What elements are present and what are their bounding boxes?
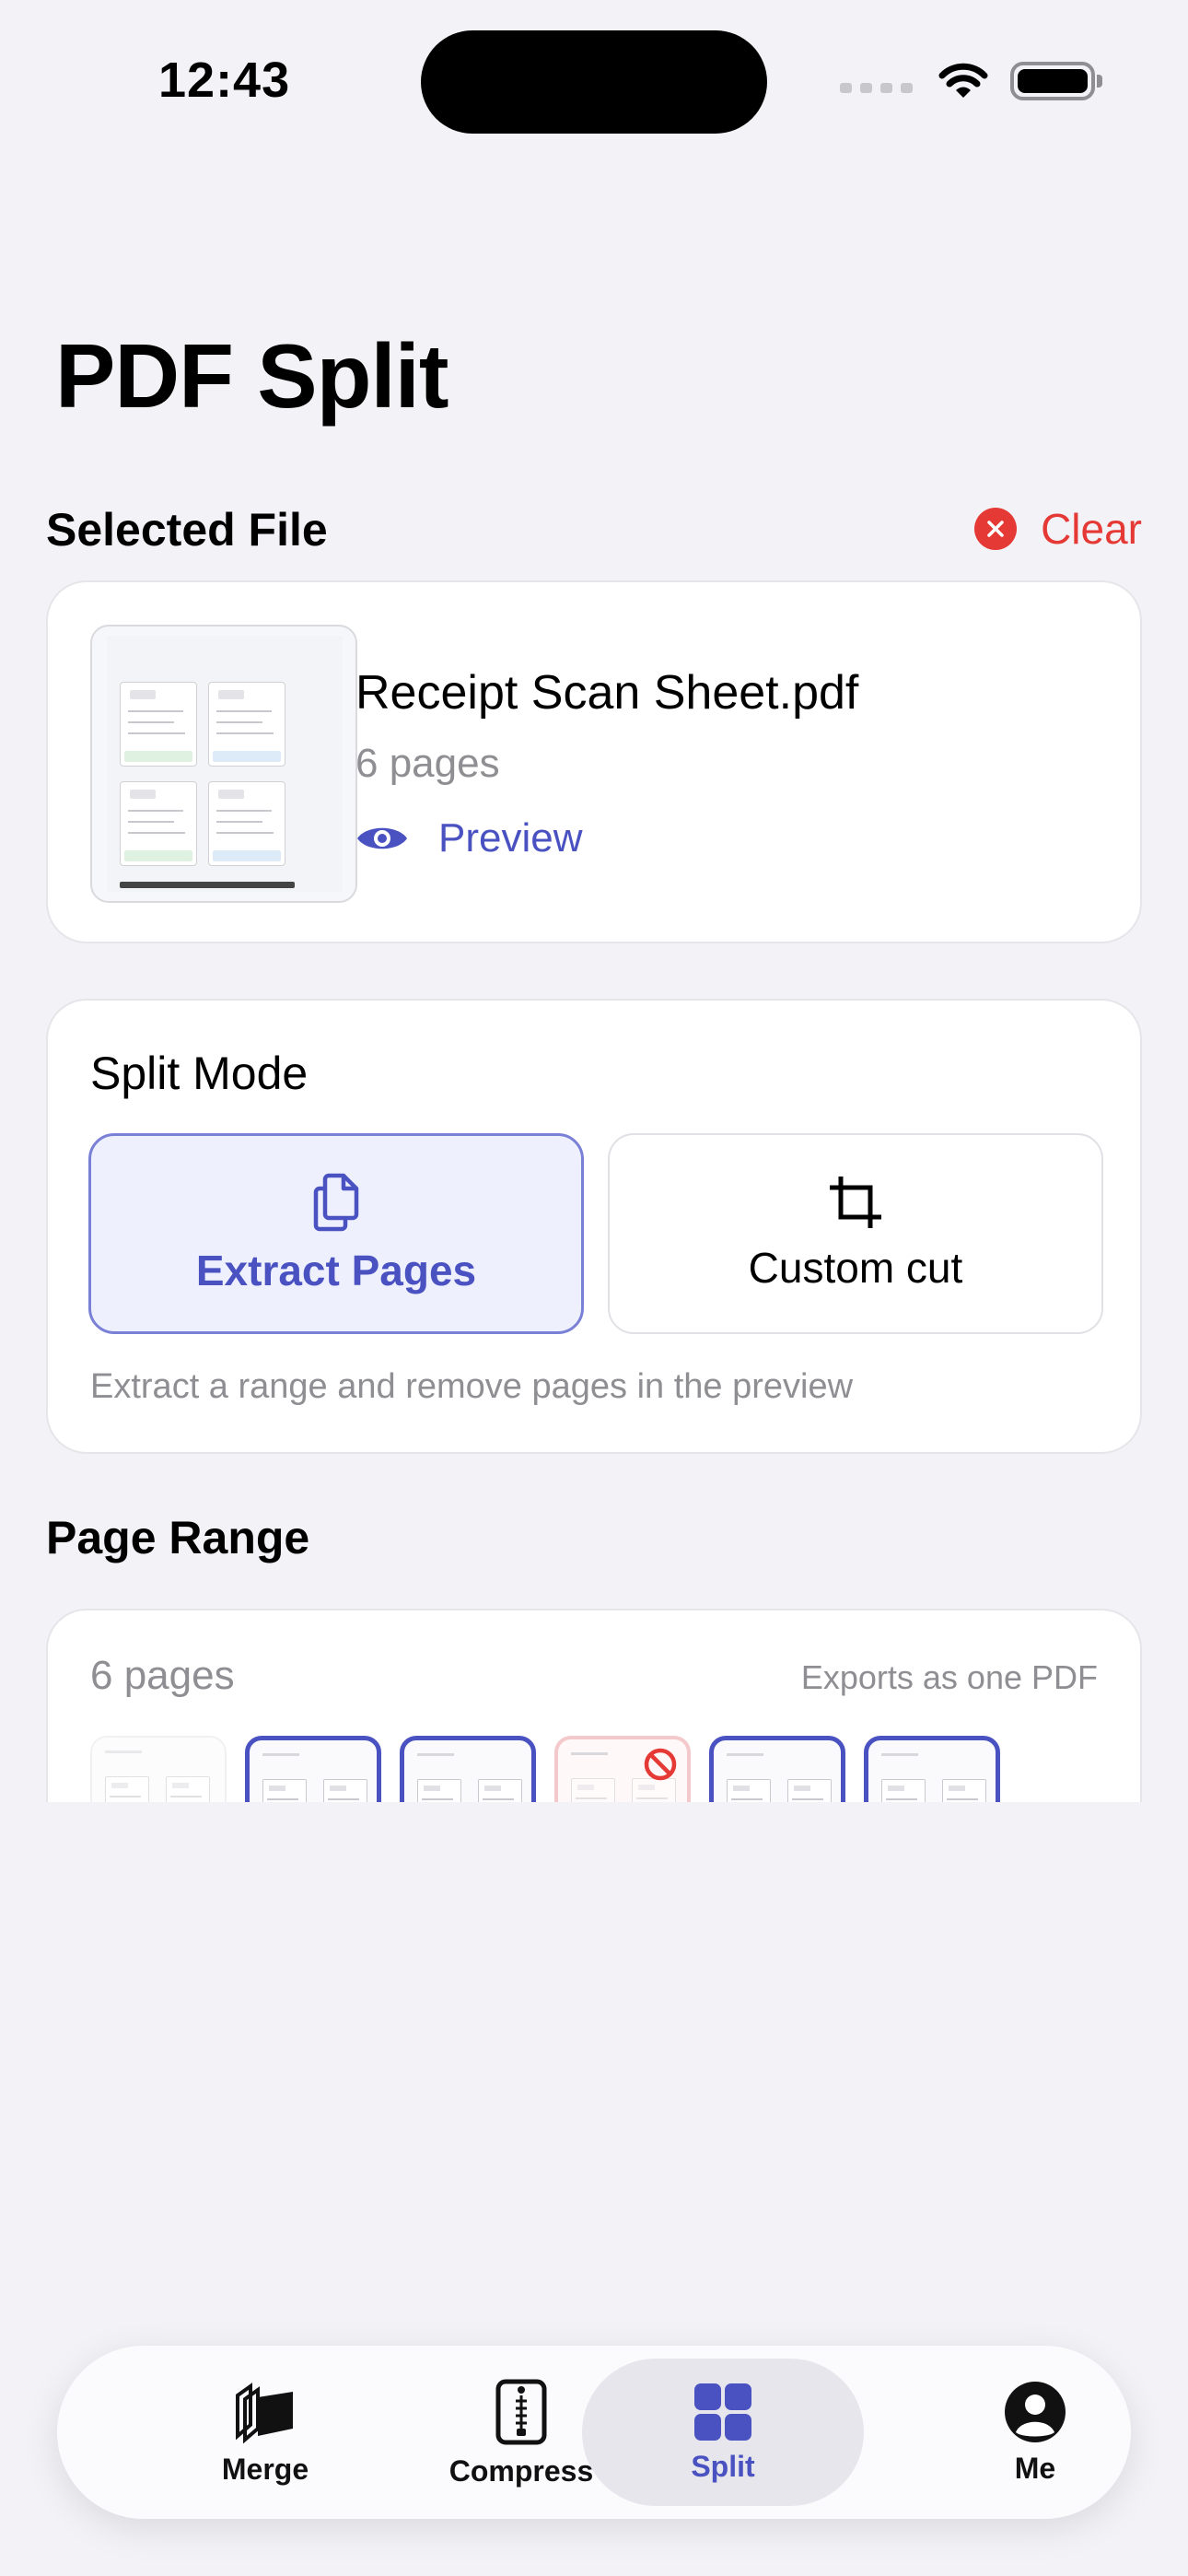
screen: 12:43 PDF Split Selected File Clear Rece… — [0, 0, 1188, 2576]
zip-file-icon — [495, 2379, 547, 2444]
preview-button[interactable]: Preview — [355, 813, 583, 864]
file-thumbnail[interactable] — [90, 625, 357, 903]
selected-file-label: Selected File — [46, 504, 328, 556]
page-count: 6 pages — [90, 1653, 235, 1698]
dynamic-island — [421, 30, 767, 134]
file-page-count: 6 pages — [355, 741, 500, 786]
page-thumbnail[interactable] — [90, 1736, 227, 1802]
books-icon — [236, 2382, 293, 2443]
tab-bar: Merge Compress Split Me — [57, 2346, 1131, 2519]
page-thumbnail[interactable] — [245, 1736, 381, 1802]
file-name: Receipt Scan Sheet.pdf — [355, 666, 859, 720]
clear-button[interactable]: Clear — [974, 503, 1142, 555]
remove-page-icon[interactable] — [643, 1747, 678, 1782]
page-thumbnail[interactable] — [400, 1736, 536, 1802]
preview-label: Preview — [438, 815, 583, 861]
extract-pages-label: Extract Pages — [195, 1247, 477, 1294]
tab-merge-label: Merge — [221, 2452, 309, 2486]
split-mode-heading: Split Mode — [90, 1048, 309, 1099]
tab-compress-label: Compress — [448, 2453, 594, 2488]
page-thumbnail-removed[interactable] — [554, 1736, 691, 1802]
documents-icon — [313, 1173, 359, 1232]
cellular-signal-icon — [840, 82, 913, 93]
tab-merge[interactable]: Merge — [146, 2346, 385, 2519]
custom-cut-label: Custom cut — [748, 1244, 963, 1292]
export-note: Exports as one PDF — [800, 1658, 1098, 1696]
status-indicators — [840, 55, 1102, 107]
crop-icon — [830, 1177, 881, 1228]
eye-icon — [357, 827, 407, 849]
battery-icon — [1010, 62, 1102, 100]
custom-cut-option[interactable]: Custom cut — [608, 1133, 1103, 1334]
status-time: 12:43 — [158, 53, 291, 108]
page-thumbnail[interactable] — [709, 1736, 845, 1802]
wifi-icon — [938, 63, 988, 98]
grid-icon — [694, 2383, 751, 2441]
tab-split[interactable]: Split — [582, 2346, 864, 2519]
page-thumbnail[interactable] — [864, 1736, 1000, 1802]
person-icon — [1005, 2381, 1066, 2442]
split-mode-card: Split Mode Extract Pages Custom cut Extr… — [46, 999, 1142, 1454]
tab-split-label: Split — [691, 2449, 755, 2483]
clear-label: Clear — [1041, 505, 1142, 553]
page-range-card: 6 pages Exports as one PDF — [46, 1609, 1142, 1802]
close-circle-icon — [974, 508, 1018, 550]
split-mode-description: Extract a range and remove pages in the … — [90, 1367, 854, 1406]
page-range-label: Page Range — [46, 1512, 310, 1563]
selected-file-card: Receipt Scan Sheet.pdf 6 pages Preview — [46, 580, 1142, 943]
page-title: PDF Split — [55, 325, 449, 427]
tab-me[interactable]: Me — [915, 2346, 1155, 2519]
tab-me-label: Me — [1014, 2451, 1056, 2485]
extract-pages-option[interactable]: Extract Pages — [88, 1133, 584, 1334]
